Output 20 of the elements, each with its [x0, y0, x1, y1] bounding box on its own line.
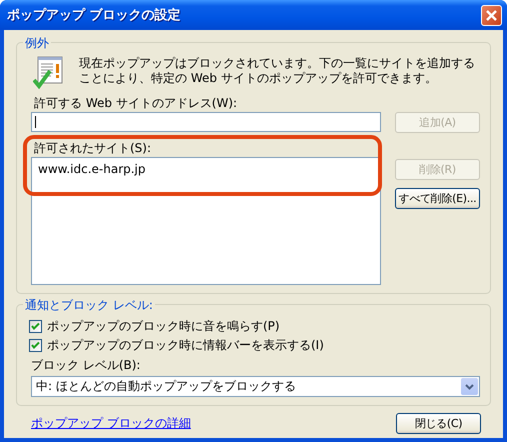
group-label: 通知とブロック レベル: [23, 297, 155, 314]
close-icon[interactable] [481, 4, 502, 26]
field-label: ブロック レベル(B): [31, 358, 142, 372]
group-label: 例外 [23, 35, 51, 52]
field-label: 許可する Web サイトのアドレス(W): [34, 96, 238, 110]
chevron-down-icon [461, 378, 478, 395]
window-title: ポップアップ ブロックの設定 [7, 6, 181, 24]
close-button[interactable]: 閉じる(C) [396, 413, 481, 434]
checkbox[interactable] [29, 320, 42, 333]
description-text: 現在ポップアップはブロックされています。下の一覧にサイトを追加することにより、特定の Web サイトのポップアップを許可できます。 [79, 56, 476, 86]
site-list-item[interactable]: www.idc.e-harp.jp [35, 161, 149, 177]
checkbox-label: ポップアップのブロック時に音を鳴らす(P) [47, 318, 280, 335]
checkbox[interactable] [29, 339, 42, 352]
delete-all-button[interactable]: すべて削除(E)... [395, 188, 480, 209]
allowed-sites-list[interactable]: www.idc.e-harp.jp [31, 157, 381, 285]
list-label: 許可されたサイト(S): [34, 141, 152, 155]
checkbox-label: ポップアップのブロック時に情報バーを表示する(I) [47, 337, 324, 354]
block-level-dropdown[interactable]: 中: ほとんどの自動ポップアップをブロックする [31, 376, 480, 397]
details-link[interactable]: ポップアップ ブロックの詳細 [31, 415, 191, 432]
address-input-field[interactable] [31, 112, 381, 132]
